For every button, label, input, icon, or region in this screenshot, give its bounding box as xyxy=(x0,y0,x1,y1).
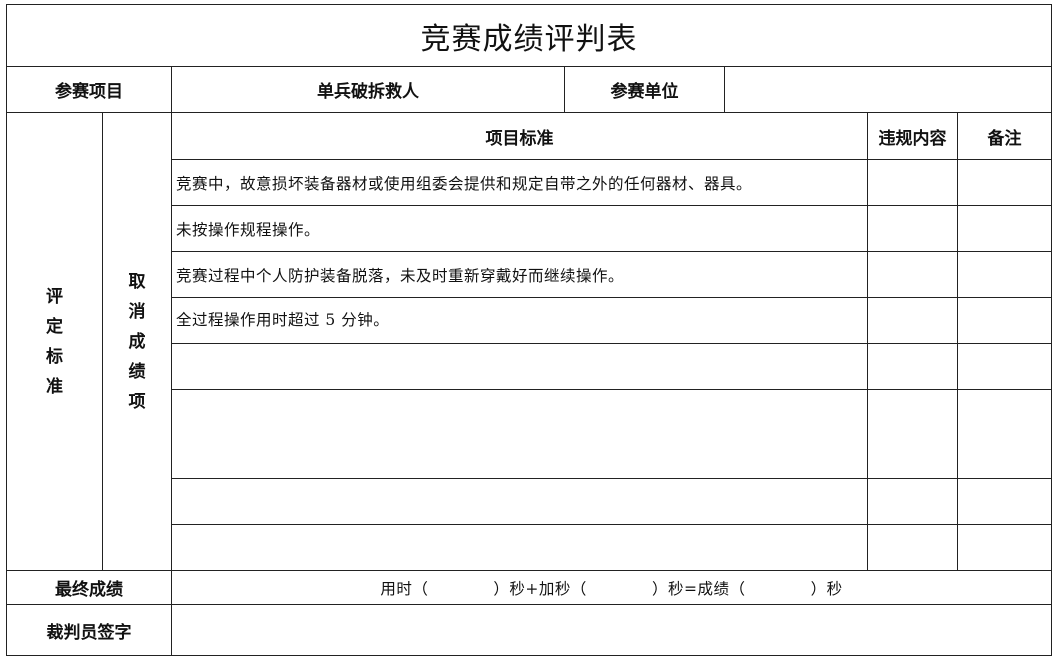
table-row-standard[interactable] xyxy=(171,524,868,571)
table-row-notes[interactable] xyxy=(957,205,1052,252)
unit-label: 参赛单位 xyxy=(564,66,725,113)
page-title: 竞赛成绩评判表 xyxy=(6,4,1052,67)
col-standard-header: 项目标准 xyxy=(171,112,868,160)
table-row-notes[interactable] xyxy=(957,159,1052,206)
cancel-char: 绩 xyxy=(128,361,146,382)
cancel-char: 成 xyxy=(128,331,146,352)
table-row-notes[interactable] xyxy=(957,251,1052,298)
col-violation-header: 违规内容 xyxy=(867,112,958,160)
table-row-notes[interactable] xyxy=(957,524,1052,571)
table-row-standard[interactable] xyxy=(171,478,868,525)
cancel-items-label: 取 消 成 绩 项 xyxy=(102,112,172,571)
cancel-char: 消 xyxy=(128,301,146,322)
final-score-formula[interactable]: 用时（ ）秒+加秒（ ）秒=成绩（ ）秒 xyxy=(171,570,1052,605)
col-notes-header: 备注 xyxy=(957,112,1052,160)
table-row-notes[interactable] xyxy=(957,389,1052,479)
side-char: 定 xyxy=(46,316,63,337)
cancel-char: 项 xyxy=(128,391,146,412)
table-row-violation[interactable] xyxy=(867,297,958,344)
table-row-standard[interactable] xyxy=(171,389,868,479)
project-label: 参赛项目 xyxy=(6,66,172,113)
referee-signature-field[interactable] xyxy=(171,604,1052,656)
final-score-label: 最终成绩 xyxy=(6,570,172,605)
table-row-violation[interactable] xyxy=(867,205,958,252)
table-row-violation[interactable] xyxy=(867,524,958,571)
table-row-violation[interactable] xyxy=(867,159,958,206)
score-sheet: 竞赛成绩评判表 参赛项目 单兵破拆救人 参赛单位 评 定 标 准 取 消 成 绩… xyxy=(6,4,1052,656)
side-char: 标 xyxy=(46,346,63,367)
table-row-violation[interactable] xyxy=(867,478,958,525)
table-row-standard: 竞赛中，故意损坏装备器材或使用组委会提供和规定自带之外的任何器材、器具。 xyxy=(171,159,868,206)
table-row-notes[interactable] xyxy=(957,478,1052,525)
table-row-standard: 全过程操作用时超过 5 分钟。 xyxy=(171,297,868,344)
table-row-standard: 竞赛过程中个人防护装备脱落，未及时重新穿戴好而继续操作。 xyxy=(171,251,868,298)
referee-signature-label: 裁判员签字 xyxy=(6,604,172,656)
table-row-violation[interactable] xyxy=(867,251,958,298)
table-row-standard[interactable] xyxy=(171,343,868,390)
side-char: 准 xyxy=(46,376,63,397)
table-row-standard: 未按操作规程操作。 xyxy=(171,205,868,252)
table-row-notes[interactable] xyxy=(957,297,1052,344)
project-value: 单兵破拆救人 xyxy=(171,66,565,113)
table-row-violation[interactable] xyxy=(867,343,958,390)
table-row-notes[interactable] xyxy=(957,343,1052,390)
cancel-char: 取 xyxy=(128,271,146,292)
criteria-side-label: 评 定 标 准 xyxy=(6,112,103,571)
unit-value-field[interactable] xyxy=(724,66,1052,113)
table-row-violation[interactable] xyxy=(867,389,958,479)
side-char: 评 xyxy=(46,286,63,307)
